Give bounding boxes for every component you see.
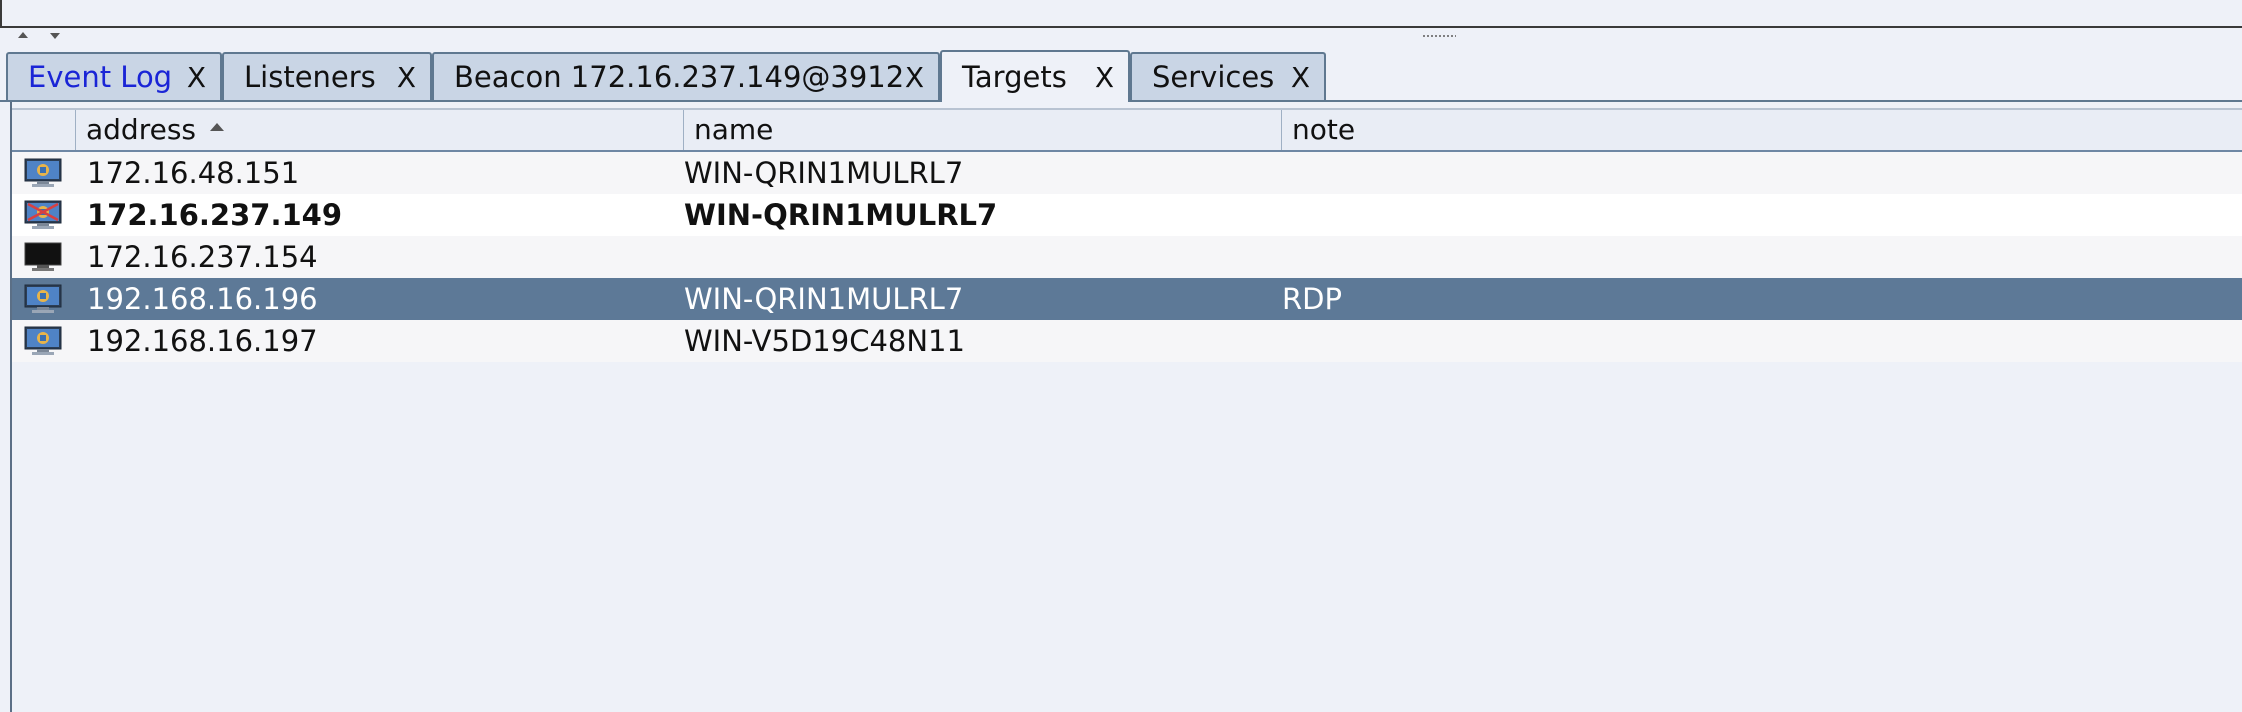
- tab-label: Services: [1152, 60, 1275, 94]
- splitter-grip-icon[interactable]: [1422, 34, 1456, 38]
- table-row[interactable]: 192.168.16.197 WIN-V5D19C48N11: [12, 320, 2242, 362]
- windows-monitor-compromised-icon: [12, 194, 74, 236]
- address-column-header[interactable]: address: [76, 110, 684, 150]
- note-cell: RDP: [1282, 282, 1342, 316]
- name-cell: WIN-QRIN1MULRL7: [684, 282, 964, 316]
- tab-bar: Event Log X Listeners X Beacon 172.16.23…: [0, 50, 2242, 102]
- column-label: address: [86, 113, 197, 146]
- tab-label: Event Log: [28, 60, 173, 94]
- close-tab-button[interactable]: X: [905, 61, 924, 94]
- tab-label: Listeners: [244, 60, 376, 94]
- tab-targets[interactable]: Targets X: [940, 50, 1130, 102]
- address-cell: 172.16.237.149: [87, 198, 343, 232]
- close-tab-button[interactable]: X: [397, 61, 416, 94]
- table-row[interactable]: 172.16.237.149 WIN-QRIN1MULRL7: [12, 194, 2242, 236]
- windows-monitor-icon: [12, 152, 74, 194]
- icon-column-header[interactable]: [12, 110, 76, 150]
- tab-event-log[interactable]: Event Log X: [6, 52, 222, 100]
- sort-ascending-icon: [210, 123, 225, 131]
- windows-monitor-icon: [12, 320, 74, 362]
- address-cell: 172.16.237.154: [87, 240, 318, 274]
- name-cell: WIN-QRIN1MULRL7: [684, 156, 964, 190]
- note-column-header[interactable]: note: [1282, 110, 2242, 150]
- close-tab-button[interactable]: X: [1095, 61, 1114, 94]
- column-label: name: [694, 113, 774, 146]
- close-tab-button[interactable]: X: [187, 61, 206, 94]
- tab-label: Beacon 172.16.237.149@3912: [454, 60, 905, 94]
- address-cell: 172.16.48.151: [87, 156, 300, 190]
- name-cell: WIN-V5D19C48N11: [684, 324, 965, 358]
- collapse-up-arrow-icon[interactable]: [18, 32, 28, 38]
- name-cell: WIN-QRIN1MULRL7: [684, 198, 998, 232]
- table-header: address name note: [12, 108, 2242, 152]
- upper-pane: [0, 0, 2242, 28]
- tab-listeners[interactable]: Listeners X: [222, 52, 432, 100]
- tab-beacon[interactable]: Beacon 172.16.237.149@3912 X: [432, 52, 940, 100]
- name-column-header[interactable]: name: [684, 110, 1282, 150]
- column-label: note: [1292, 113, 1356, 146]
- table-row[interactable]: 172.16.48.151 WIN-QRIN1MULRL7: [12, 152, 2242, 194]
- pane-splitter[interactable]: [0, 28, 2242, 50]
- unknown-monitor-icon: [12, 236, 74, 278]
- address-cell: 192.168.16.196: [87, 282, 318, 316]
- table-row[interactable]: 172.16.237.154: [12, 236, 2242, 278]
- close-tab-button[interactable]: X: [1291, 61, 1310, 94]
- tab-services[interactable]: Services X: [1130, 52, 1326, 100]
- tab-label: Targets: [962, 60, 1067, 94]
- table-row[interactable]: 192.168.16.196 WIN-QRIN1MULRL7 RDP: [12, 278, 2242, 320]
- targets-table: address name note 172.16.48.151 WIN-QRIN…: [10, 102, 2242, 712]
- windows-monitor-icon: [12, 278, 74, 320]
- expand-down-arrow-icon[interactable]: [50, 33, 60, 39]
- address-cell: 192.168.16.197: [87, 324, 318, 358]
